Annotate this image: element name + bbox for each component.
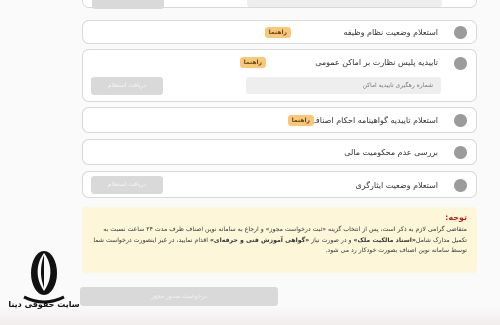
note-title: توجه: [445, 213, 467, 222]
note-bold-part: «اسناد مالکیت ملک» [353, 236, 416, 244]
note-text: متقاضی گرامی لازم به ذکر است، پس از انتخ… [92, 225, 467, 257]
inquiry-row-financial-conviction[interactable]: بررسی عدم محکومیت مالی [82, 139, 477, 165]
row-label: تاییدیه پلیس نظارت بر اماکن عمومی [315, 58, 438, 67]
get-inquiry-button[interactable]: دریافت استعلام [91, 176, 163, 194]
radio-button[interactable] [454, 146, 467, 159]
request-license-button[interactable]: درخواست صدور مجوز [80, 287, 278, 306]
guide-badge[interactable]: راهنما [239, 57, 266, 68]
get-inquiry-button[interactable]: دریافت استعلام [91, 77, 163, 95]
row-label: استعلام تاییدیه گواهینامه احکام اصناف [311, 116, 438, 125]
attention-note: توجه: متقاضی گرامی لازم به ذکر است، پس ا… [82, 207, 477, 273]
inquiry-row-police-supervision[interactable]: تاییدیه پلیس نظارت بر اماکن عمومی راهنما… [82, 49, 477, 102]
previous-row-button[interactable] [92, 0, 164, 9]
radio-button[interactable] [454, 26, 467, 39]
row-label: بررسی عدم محکومیت مالی [344, 148, 438, 157]
radio-button[interactable] [454, 179, 467, 192]
radio-button[interactable] [454, 57, 467, 70]
tracking-number-input[interactable]: شماره رهگیری تاییدیه اماکن [246, 77, 441, 94]
previous-row-input[interactable] [247, 0, 442, 7]
note-text-part: و در صورت نیاز [309, 236, 354, 244]
inquiry-row-guild-certificate[interactable]: استعلام تاییدیه گواهینامه احکام اصناف را… [82, 107, 477, 133]
row-label: استعلام وضعیت ایثارگری [355, 181, 438, 190]
guide-badge[interactable]: راهنما [264, 27, 291, 38]
brand-logo [0, 245, 88, 325]
inquiry-row-veteran-status[interactable]: استعلام وضعیت ایثارگری دریافت استعلام [82, 171, 477, 198]
row-label: استعلام وضعیت نظام وظیفه [343, 28, 439, 37]
radio-button[interactable] [454, 114, 467, 127]
guide-badge[interactable]: راهنما [287, 115, 314, 126]
brand-name: سایت حقوقی دینا [8, 300, 80, 309]
inquiry-row-military-service[interactable]: استعلام وضعیت نظام وظیفه راهنما [82, 20, 477, 44]
scales-of-justice-icon [23, 251, 65, 304]
note-bold-part: «گواهی آموزش فنی و حرفه‌ای» [209, 236, 310, 244]
